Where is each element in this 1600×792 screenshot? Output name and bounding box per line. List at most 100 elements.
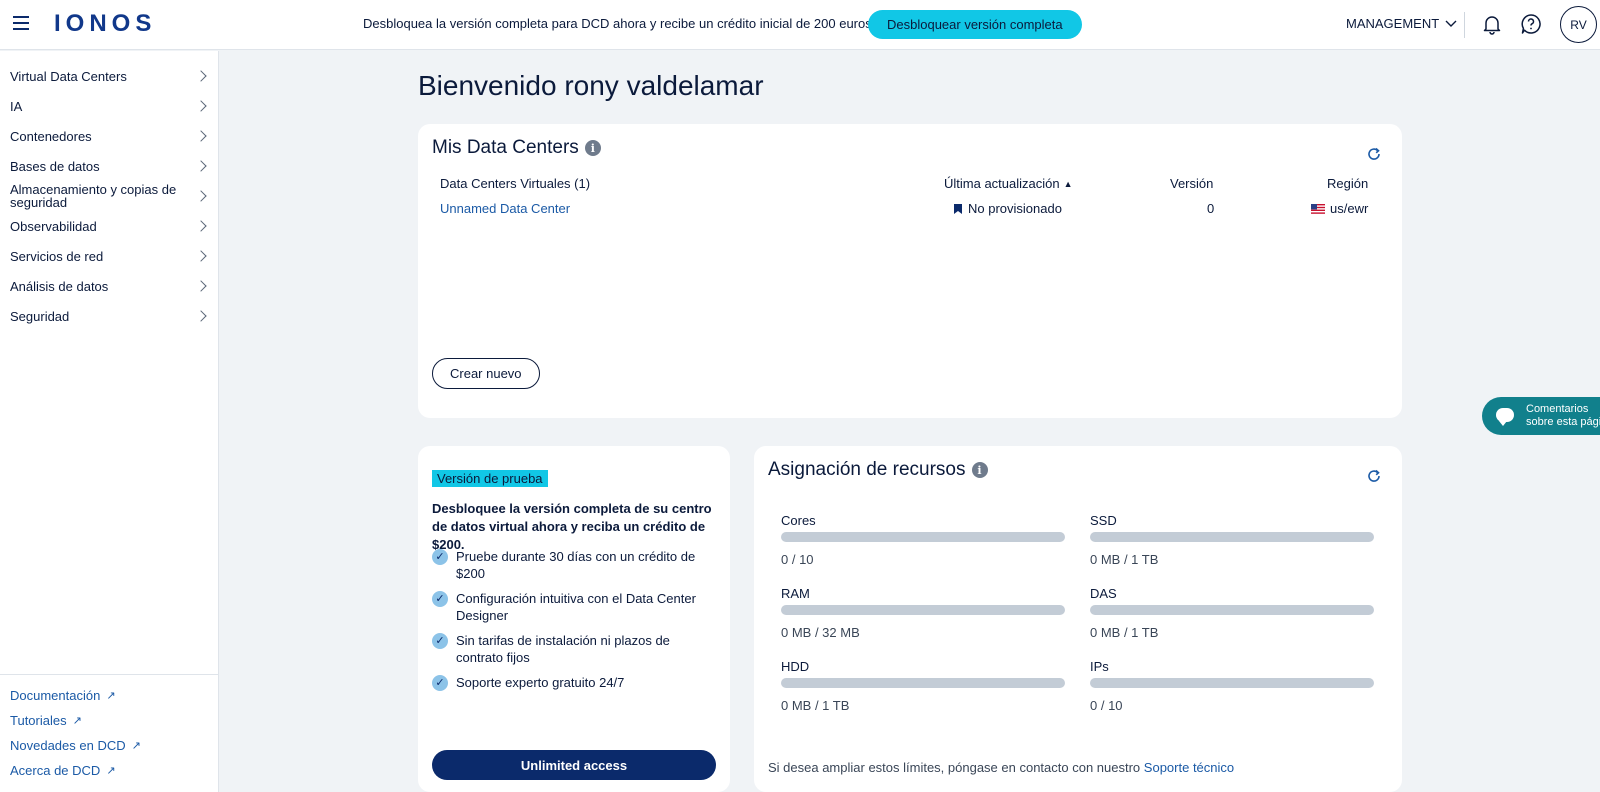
chevron-right-icon [195,100,207,112]
version-value: 0 [1207,201,1215,216]
about-dcd-link[interactable]: Acerca de DCD ↗ [10,763,116,778]
resource-value-ssd: 0 MB / 1 TB [1090,552,1159,567]
header-divider [1464,12,1465,38]
chat-bubble-icon [1496,408,1514,426]
chevron-right-icon [195,280,207,292]
checkmark-icon: ✓ [432,675,448,691]
trial-headline: Desbloquee la versión completa de su cen… [432,501,712,552]
resource-label-das: DAS [1090,586,1117,601]
documentation-link[interactable]: Documentación ↗ [10,688,116,703]
management-label: MANAGEMENT [1346,16,1440,31]
chevron-right-icon [195,160,207,172]
ionos-logo[interactable]: IONOS [54,10,156,38]
sidebar-item-contenedores[interactable]: Contenedores [0,121,219,151]
unlimited-access-button[interactable]: Unlimited access [432,750,716,780]
resource-label-hdd: HDD [781,659,810,674]
resource-limits-note: Si desea ampliar estos límites, póngase … [768,760,1234,775]
sidebar-item-bases-de-datos[interactable]: Bases de datos [0,151,219,181]
sidebar-item-ia[interactable]: IA [0,91,219,121]
link-label: Novedades en DCD [10,738,126,753]
sidebar-item-analisis-de-datos[interactable]: Análisis de datos [0,271,219,301]
sidebar-item-label: Virtual Data Centers [10,68,127,84]
benefit-item: ✓ Sin tarifas de instalación ni plazos d… [432,632,712,666]
column-header-version[interactable]: Versión [1170,176,1213,191]
column-header-region[interactable]: Región [1327,176,1368,191]
ssd-usage-bar [1090,532,1374,542]
external-link-icon: ↗ [106,765,116,777]
unlock-full-version-button[interactable]: Desbloquear versión completa [868,10,1082,39]
sidebar-item-label: IA [10,98,23,114]
hamburger-menu-icon[interactable] [13,16,29,30]
sidebar-item-label: Bases de datos [10,158,100,174]
resource-value-ram: 0 MB / 32 MB [781,625,860,640]
external-link-icon: ↗ [72,715,82,727]
hdd-usage-bar [781,678,1065,688]
benefit-text: Configuración intuitiva con el Data Cent… [456,591,696,623]
benefit-item: ✓ Configuración intuitiva con el Data Ce… [432,590,712,624]
sidebar-item-label: Análisis de datos [10,278,109,294]
feedback-line: Comentarios [1526,403,1589,415]
ips-usage-bar [1090,678,1374,688]
bell-icon[interactable] [1481,13,1503,35]
whats-new-link[interactable]: Novedades en DCD ↗ [10,738,141,753]
resource-label-cores: Cores [781,513,816,528]
external-link-icon: ↗ [106,690,116,702]
resource-allocation-card: Asignación de recursos i Cores 0 / 10 SS… [754,446,1402,792]
benefit-item: ✓ Soporte experto gratuito 24/7 [432,674,712,691]
chevron-right-icon [195,250,207,262]
chevron-right-icon [195,70,207,82]
benefit-item: ✓ Pruebe durante 30 días con un crédito … [432,548,712,582]
benefit-text: Pruebe durante 30 días con un crédito de… [456,549,696,581]
us-flag-icon [1311,203,1325,214]
sidebar-item-label: Observabilidad [10,218,97,234]
sidebar-item-servicios-de-red[interactable]: Servicios de red [0,241,219,271]
sidebar-divider [0,674,219,675]
region-value: us/ewr [1311,201,1368,216]
card-title-text: Asignación de recursos [768,459,966,480]
info-icon[interactable]: i [584,140,601,156]
chevron-right-icon [195,190,207,202]
sidebar-item-label: Almacenamiento y copias de seguridad [10,182,177,210]
tutorials-link[interactable]: Tutoriales ↗ [10,713,82,728]
resource-value-ips: 0 / 10 [1090,698,1123,713]
sidebar-item-almacenamiento[interactable]: Almacenamiento y copias de seguridad [0,181,219,211]
column-header-name[interactable]: Data Centers Virtuales (1) [440,176,590,191]
sidebar-item-virtual-data-centers[interactable]: Virtual Data Centers [0,61,219,91]
feedback-tab[interactable]: Comentarios sobre esta págin [1482,397,1600,435]
data-centers-card: Mis Data Centers i Data Centers Virtuale… [418,124,1402,418]
resource-label-ram: RAM [781,586,810,601]
user-avatar[interactable]: RV [1560,6,1597,43]
resource-label-ips: IPs [1090,659,1109,674]
note-text: Si desea ampliar estos límites, póngase … [768,760,1141,775]
link-label: Documentación [10,688,101,703]
trial-badge: Versión de prueba [432,470,548,487]
management-dropdown[interactable]: MANAGEMENT [1346,16,1457,31]
sidebar-item-label: Contenedores [10,128,92,144]
cores-usage-bar [781,532,1065,542]
resource-value-hdd: 0 MB / 1 TB [781,698,850,713]
data-centers-title: Mis Data Centers i [432,137,601,159]
create-new-button[interactable]: Crear nuevo [432,358,540,389]
data-center-name-link[interactable]: Unnamed Data Center [440,201,570,216]
column-header-label: Última actualización [944,176,1060,191]
sidebar-item-label: Servicios de red [10,248,104,264]
refresh-icon[interactable] [1366,146,1382,162]
chevron-down-icon [1445,20,1457,27]
info-icon[interactable]: i [971,462,988,478]
technical-support-link[interactable]: Soporte técnico [1144,760,1234,775]
help-icon[interactable] [1520,13,1542,35]
feedback-line: sobre esta págin [1526,416,1600,428]
promo-text: Desbloquea la versión completa para DCD … [363,16,876,31]
feedback-text: Comentarios sobre esta págin [1526,403,1600,429]
refresh-icon[interactable] [1366,468,1382,484]
sidebar-item-seguridad[interactable]: Seguridad [0,301,219,331]
sidebar-item-observabilidad[interactable]: Observabilidad [0,211,219,241]
chevron-right-icon [195,130,207,142]
resource-allocation-title: Asignación de recursos i [768,459,988,481]
bookmark-icon [954,203,962,214]
column-header-updated[interactable]: Última actualización ▲ [944,176,1073,191]
das-usage-bar [1090,605,1374,615]
page-title: Bienvenido rony valdelamar [418,70,764,101]
resource-value-das: 0 MB / 1 TB [1090,625,1159,640]
card-title-text: Mis Data Centers [432,137,579,158]
